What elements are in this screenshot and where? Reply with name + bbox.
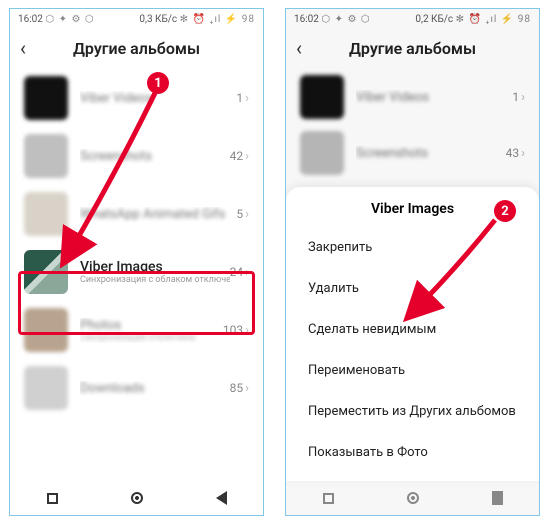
home-icon[interactable] xyxy=(131,492,143,504)
page-title: Другие альбомы xyxy=(20,39,253,58)
album-row[interactable]: PhotosСинхронизация отключена 103› xyxy=(10,301,263,359)
album-row[interactable]: WhatsApp Animated Gifs 5› xyxy=(10,185,263,243)
chevron-right-icon: › xyxy=(245,149,249,164)
phone-screenshot-right: 16:02 ⬡ ✦ ⚙ ⬡ 0,2 КБ/с ✻ ⏰ ₊ıl ⚡ 98 ‹ Др… xyxy=(285,8,540,516)
chevron-right-icon: › xyxy=(245,323,249,338)
chevron-right-icon: › xyxy=(245,265,249,280)
status-bar: 16:02 ⬡ ✦ ⚙ ⬡ 0,3 КБ/с ✻ ⏰ ₊ıl ⚡ 98 xyxy=(10,9,263,27)
album-name: Viber Images xyxy=(80,259,230,275)
back-nav-icon[interactable] xyxy=(492,491,503,505)
menu-item-delete[interactable]: Удалить xyxy=(286,268,539,309)
context-menu-sheet: Viber Images Закрепить Удалить Сделать н… xyxy=(286,187,539,481)
recent-apps-icon[interactable] xyxy=(47,493,58,504)
callout-badge-1: 1 xyxy=(147,72,169,94)
album-list: Viber Videos 1› Screenshots 42› WhatsApp… xyxy=(10,69,263,417)
album-thumb xyxy=(24,250,68,294)
menu-item-rename[interactable]: Переименовать xyxy=(286,350,539,391)
album-subtitle: Синхронизация с облаком отключена xyxy=(80,275,230,285)
title-bar: ‹ Другие альбомы xyxy=(10,27,263,69)
phone-screenshot-left: 16:02 ⬡ ✦ ⚙ ⬡ 0,3 КБ/с ✻ ⏰ ₊ıl ⚡ 98 ‹ Др… xyxy=(9,8,264,516)
album-row-viber-images[interactable]: Viber Images Синхронизация с облаком отк… xyxy=(10,243,263,301)
chevron-right-icon: › xyxy=(245,207,249,222)
callout-badge-2: 2 xyxy=(494,200,516,222)
album-thumb xyxy=(24,192,68,236)
album-thumb xyxy=(24,366,68,410)
album-row[interactable]: Screenshots 42› xyxy=(10,127,263,185)
back-nav-icon[interactable] xyxy=(216,491,227,505)
menu-item-show-in-photos[interactable]: Показывать в Фото xyxy=(286,432,539,473)
android-navbar xyxy=(286,481,539,515)
chevron-right-icon: › xyxy=(245,381,249,396)
menu-item-move[interactable]: Переместить из Других альбомов xyxy=(286,391,539,432)
album-thumb xyxy=(24,308,68,352)
menu-item-make-invisible[interactable]: Сделать невидимым xyxy=(286,309,539,350)
album-thumb xyxy=(24,134,68,178)
chevron-right-icon: › xyxy=(245,91,249,106)
album-row[interactable]: Downloads 85› xyxy=(10,359,263,417)
home-icon[interactable] xyxy=(407,492,419,504)
android-navbar xyxy=(10,481,263,515)
album-thumb xyxy=(24,76,68,120)
recent-apps-icon[interactable] xyxy=(323,493,334,504)
album-row[interactable]: Viber Videos 1› xyxy=(10,69,263,127)
menu-item-pin[interactable]: Закрепить xyxy=(286,227,539,268)
